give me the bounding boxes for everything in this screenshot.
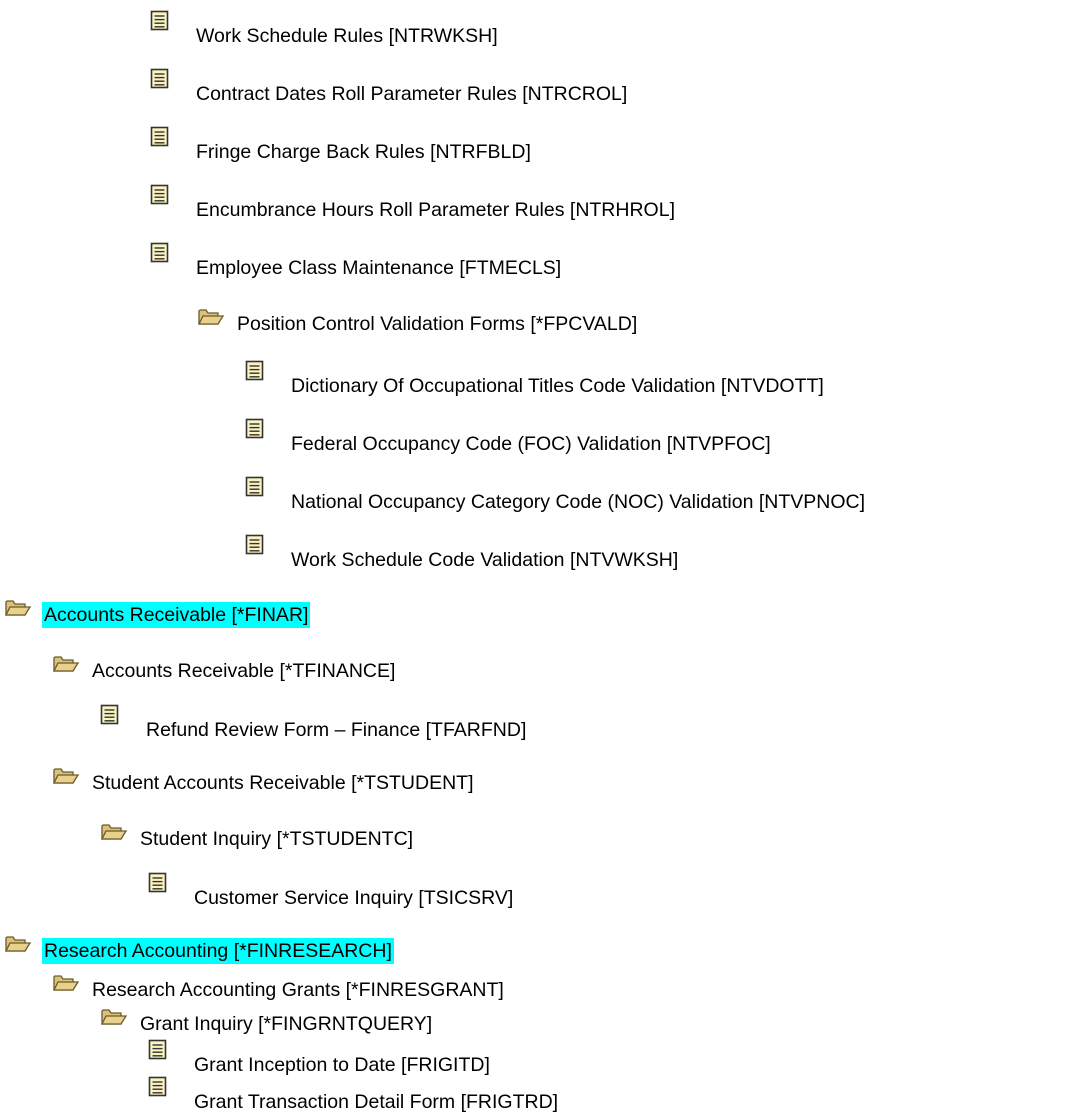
tree-item-label: Position Control Validation Forms [*FPCV…	[237, 313, 638, 335]
tree-item-label: Federal Occupancy Code (FOC) Validation …	[291, 433, 771, 455]
tree-item-label: Grant Inception to Date [FRIGITD]	[194, 1054, 490, 1077]
folder-open-icon	[4, 597, 32, 624]
tree-item-label: Research Accounting [*FINRESEARCH]	[42, 938, 394, 964]
tree-item-label: Research Accounting Grants [*FINRESGRANT…	[92, 978, 504, 1001]
tree-item-label: Accounts Receivable [*TFINANCE]	[92, 660, 396, 682]
tree-item-label: Contract Dates Roll Parameter Rules [NTR…	[196, 83, 628, 105]
tree-item-label: Work Schedule Code Validation [NTVWKSH]	[291, 549, 679, 571]
document-icon	[245, 360, 265, 387]
document-icon	[245, 476, 265, 503]
folder-open-icon	[197, 306, 225, 333]
document-icon	[150, 126, 170, 153]
tree-item-label: Refund Review Form – Finance [TFARFND]	[146, 719, 527, 741]
document-icon	[150, 10, 170, 37]
folder-open-icon	[100, 821, 128, 848]
folder-open-icon	[52, 653, 80, 680]
tree-item-label: Dictionary Of Occupational Titles Code V…	[291, 375, 824, 397]
document-icon	[150, 184, 170, 211]
document-icon	[100, 704, 120, 731]
document-icon	[245, 534, 265, 561]
folder-open-icon	[4, 933, 32, 960]
document-icon	[150, 242, 170, 269]
tree-item-label: Customer Service Inquiry [TSICSRV]	[194, 887, 514, 909]
tree-item-label: National Occupancy Category Code (NOC) V…	[291, 491, 866, 513]
folder-open-icon	[52, 765, 80, 792]
tree-item-label: Accounts Receivable [*FINAR]	[42, 602, 311, 628]
tree-item-label: Work Schedule Rules [NTRWKSH]	[196, 25, 498, 47]
tree-item-label: Student Accounts Receivable [*TSTUDENT]	[92, 772, 474, 794]
tree-item-label: Employee Class Maintenance [FTMECLS]	[196, 257, 562, 279]
tree-item-label: Encumbrance Hours Roll Parameter Rules […	[196, 199, 675, 221]
document-icon	[148, 872, 168, 899]
tree-item-label: Student Inquiry [*TSTUDENTC]	[140, 828, 414, 850]
document-icon	[150, 68, 170, 95]
document-icon	[148, 1039, 168, 1066]
tree-item-label: Fringe Charge Back Rules [NTRFBLD]	[196, 141, 531, 163]
folder-open-icon	[52, 972, 80, 999]
tree-item-label: Grant Transaction Detail Form [FRIGTRD]	[194, 1091, 559, 1113]
menu-tree: Work Schedule Rules [NTRWKSH] Contract Da…	[0, 0, 1067, 1116]
folder-open-icon	[100, 1006, 128, 1033]
document-icon	[245, 418, 265, 445]
tree-item-label: Grant Inquiry [*FINGRNTQUERY]	[140, 1012, 433, 1035]
document-icon	[148, 1076, 168, 1103]
